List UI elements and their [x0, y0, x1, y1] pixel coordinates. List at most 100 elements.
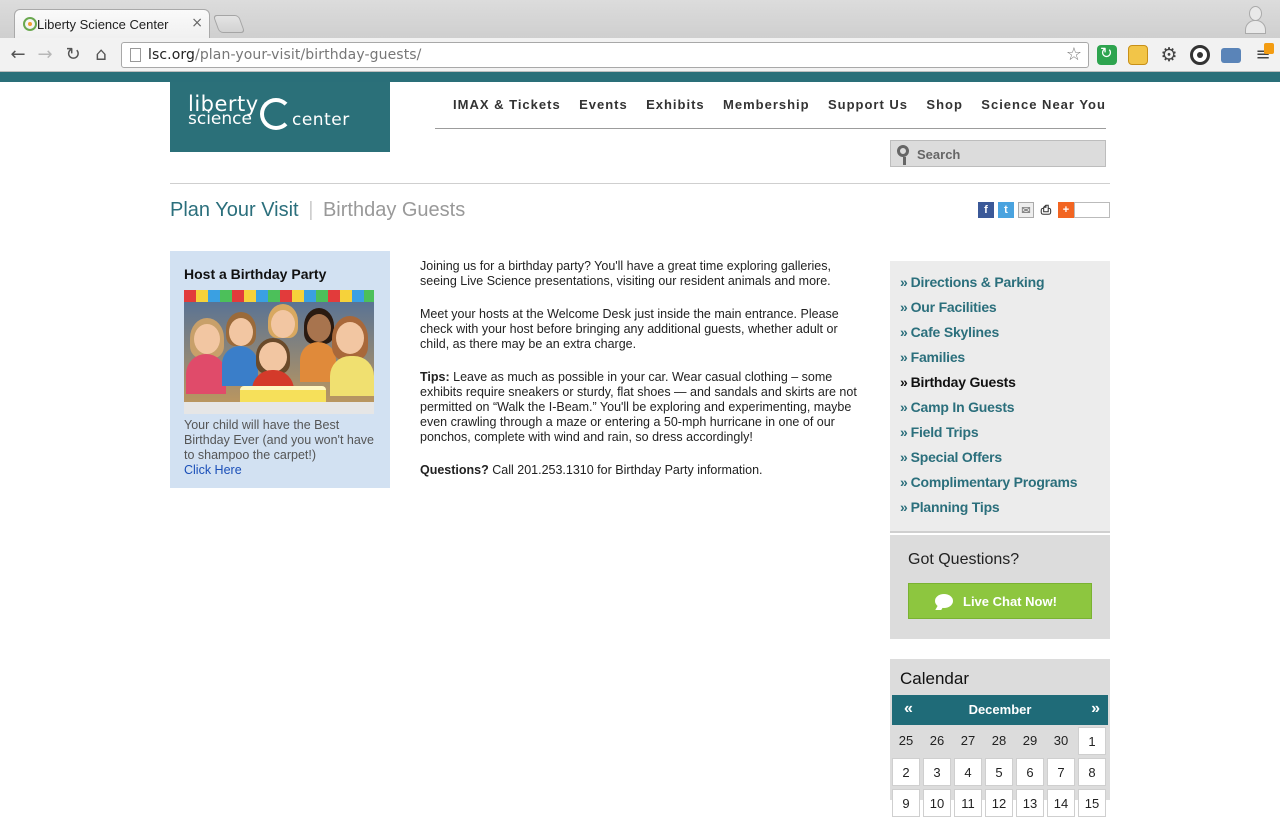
folder-extension-icon[interactable]: [1128, 45, 1148, 65]
share-count: [1074, 202, 1110, 218]
nav-exhibits[interactable]: Exhibits: [646, 97, 705, 128]
nav-shop[interactable]: Shop: [926, 97, 963, 128]
calendar-day[interactable]: 12: [985, 789, 1013, 817]
calendar-month: December: [968, 702, 1032, 717]
calendar-day[interactable]: 26: [923, 727, 951, 755]
browser-toolbar: ← → ↻ ⌂ lsc.org/plan-your-visit/birthday…: [0, 38, 1280, 72]
calendar-day[interactable]: 14: [1047, 789, 1075, 817]
reload-icon[interactable]: ↻: [61, 43, 85, 67]
lsc-favicon-icon: [23, 17, 37, 31]
calendar-header: « December »: [892, 695, 1108, 725]
section-sidebar-nav: » Directions & Parking » Our Facilities » C…: [890, 261, 1110, 533]
nav-support-us[interactable]: Support Us: [828, 97, 908, 128]
main-content: Joining us for a birthday party? You'll …: [420, 259, 864, 496]
back-arrow-icon[interactable]: ←: [6, 43, 30, 67]
calendar-day[interactable]: 9: [892, 789, 920, 817]
search-input[interactable]: [917, 147, 1097, 162]
live-chat-label: Live Chat Now!: [963, 594, 1057, 609]
update-badge-icon: [1264, 43, 1274, 54]
sidebar-item-our-facilities[interactable]: » Our Facilities: [890, 297, 1110, 322]
email-icon[interactable]: ✉: [1018, 202, 1034, 218]
bookmark-star-icon[interactable]: ☆: [1066, 44, 1082, 65]
refresh-extension-icon[interactable]: [1097, 44, 1117, 65]
nav-events[interactable]: Events: [579, 97, 628, 128]
calendar-day[interactable]: 13: [1016, 789, 1044, 817]
calendar-day[interactable]: 2: [892, 758, 920, 786]
calendar-day[interactable]: 28: [985, 727, 1013, 755]
page-icon: [130, 48, 141, 62]
nav-imax-tickets[interactable]: IMAX & Tickets: [453, 97, 561, 128]
nav-membership[interactable]: Membership: [723, 97, 810, 128]
header-divider: [170, 183, 1110, 184]
home-icon[interactable]: ⌂: [89, 43, 113, 67]
sidebar-item-birthday-guests[interactable]: » Birthday Guests: [890, 372, 1110, 397]
logo-mark-icon: [260, 98, 292, 130]
new-tab-button[interactable]: [212, 15, 246, 33]
search-icon[interactable]: [897, 145, 909, 165]
address-bar[interactable]: lsc.org/plan-your-visit/birthday-guests/…: [121, 42, 1089, 68]
calendar-day[interactable]: 6: [1016, 758, 1044, 786]
questions-title: Got Questions?: [908, 551, 1020, 568]
site-top-strip: [0, 72, 1280, 82]
calendar-day[interactable]: 4: [954, 758, 982, 786]
calendar-day[interactable]: 29: [1016, 727, 1044, 755]
gear-icon[interactable]: ⚙: [1159, 45, 1179, 65]
tips-paragraph: Tips: Leave as much as possible in your …: [420, 370, 857, 444]
calendar-day[interactable]: 30: [1047, 727, 1075, 755]
calendar-day[interactable]: 3: [923, 758, 951, 786]
calendar-next-button[interactable]: »: [1091, 700, 1100, 718]
profile-avatar-icon[interactable]: [1244, 4, 1266, 34]
sidebar-item-field-trips[interactable]: » Field Trips: [890, 422, 1110, 447]
questions-panel: Got Questions? Live Chat Now!: [890, 535, 1110, 639]
addthis-icon[interactable]: +: [1058, 202, 1074, 218]
lsc-logo[interactable]: liberty science center: [170, 82, 390, 152]
calendar-day[interactable]: 11: [954, 789, 982, 817]
hosts-paragraph: Meet your hosts at the Welcome Desk just…: [420, 307, 839, 351]
breadcrumb-parent[interactable]: Plan Your Visit: [170, 199, 299, 221]
promo-click-here-link[interactable]: Click Here: [184, 463, 242, 477]
calendar-day[interactable]: 15: [1078, 789, 1106, 817]
breadcrumb-separator: |: [308, 199, 314, 221]
site-search: [890, 140, 1106, 167]
sidebar-item-camp-in-guests[interactable]: » Camp In Guests: [890, 397, 1110, 422]
calendar-day[interactable]: 5: [985, 758, 1013, 786]
facebook-icon[interactable]: f: [978, 202, 994, 218]
circle-extension-icon[interactable]: [1190, 45, 1210, 65]
questions-paragraph: Questions? Call 201.253.1310 for Birthda…: [420, 463, 763, 477]
camera-extension-icon[interactable]: [1221, 48, 1241, 63]
birthday-party-photo: [184, 290, 374, 414]
breadcrumb: Plan Your Visit | Birthday Guests: [170, 199, 465, 222]
page-title: Birthday Guests: [322, 199, 466, 221]
calendar-day[interactable]: 27: [954, 727, 982, 755]
calendar-day[interactable]: 7: [1047, 758, 1075, 786]
close-tab-icon[interactable]: ×: [191, 15, 203, 31]
calendar-day[interactable]: 25: [892, 727, 920, 755]
main-nav: IMAX & Tickets Events Exhibits Membershi…: [435, 97, 1106, 129]
birthday-promo: Host a Birthday Party Your child will ha…: [170, 251, 390, 488]
calendar-day[interactable]: 10: [923, 789, 951, 817]
chat-bubble-icon: [935, 594, 953, 608]
intro-paragraph: Joining us for a birthday party? You'll …: [420, 259, 831, 288]
promo-title: Host a Birthday Party: [184, 266, 327, 282]
live-chat-button[interactable]: Live Chat Now!: [908, 583, 1092, 619]
sidebar-item-planning-tips[interactable]: » Planning Tips: [890, 497, 1110, 522]
calendar-widget: Calendar « December » 25 26 27 28 29 30 …: [890, 659, 1110, 817]
calendar-title: Calendar: [900, 669, 969, 688]
forward-arrow-icon[interactable]: →: [33, 43, 57, 67]
twitter-icon[interactable]: t: [998, 202, 1014, 218]
sidebar-item-special-offers[interactable]: » Special Offers: [890, 447, 1110, 472]
tab-title: Liberty Science Center: [37, 17, 169, 32]
sidebar-item-directions-parking[interactable]: » Directions & Parking: [890, 272, 1110, 297]
print-icon[interactable]: ⎙: [1038, 202, 1054, 218]
calendar-grid: 25 26 27 28 29 30 1 2 3 4 5 6 7 8 9 10 1…: [892, 727, 1108, 817]
browser-tab[interactable]: Liberty Science Center ×: [14, 9, 210, 38]
promo-text: Your child will have the Best Birthday E…: [184, 418, 374, 462]
browser-tabstrip: Liberty Science Center ×: [0, 0, 1280, 38]
sidebar-item-cafe-skylines[interactable]: » Cafe Skylines: [890, 322, 1110, 347]
nav-science-near-you[interactable]: Science Near You: [981, 97, 1106, 128]
url-text[interactable]: lsc.org/plan-your-visit/birthday-guests/: [148, 47, 422, 63]
sidebar-item-complimentary-programs[interactable]: » Complimentary Programs: [890, 472, 1110, 497]
sidebar-item-families[interactable]: » Families: [890, 347, 1110, 372]
calendar-day[interactable]: 8: [1078, 758, 1106, 786]
calendar-day[interactable]: 1: [1078, 727, 1106, 755]
